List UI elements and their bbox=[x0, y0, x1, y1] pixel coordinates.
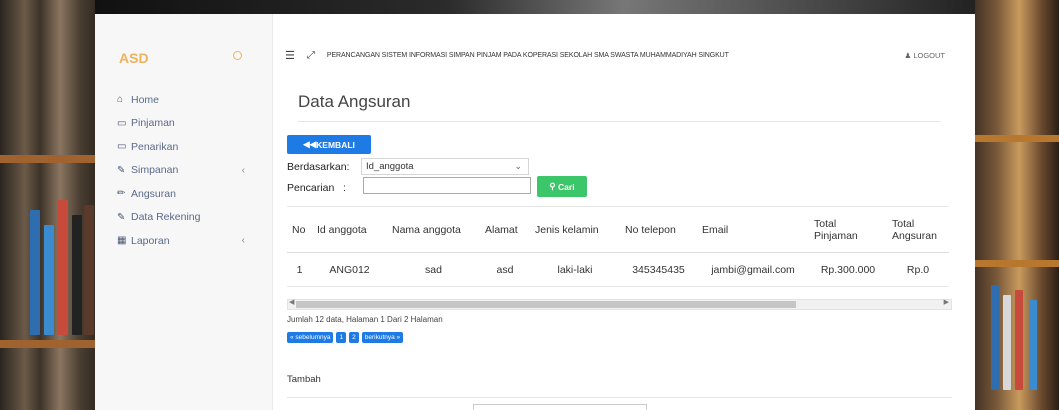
column-header: No bbox=[287, 206, 312, 253]
book bbox=[1015, 290, 1023, 390]
data-summary: Jumlah 12 data, Halaman 1 Dari 2 Halaman bbox=[287, 315, 443, 324]
sidebar-item-label: Simpanan bbox=[131, 164, 179, 177]
pagination: « sebelumnya 1 2 berikutnya » bbox=[287, 332, 404, 343]
data-table: No Id anggota Nama anggota Alamat Jenis … bbox=[287, 206, 949, 287]
page-2-button[interactable]: 2 bbox=[349, 332, 359, 343]
next-page-button[interactable]: berikutnya » bbox=[361, 332, 404, 343]
background-bookshelf-right bbox=[971, 0, 1059, 410]
search-button-label: Cari bbox=[558, 181, 575, 192]
sidebar-item-laporan[interactable]: ▦ Laporan ‹ bbox=[117, 229, 267, 253]
previous-page-button[interactable]: « sebelumnya bbox=[287, 332, 334, 343]
back-button[interactable]: ◀◀ KEMBALI bbox=[287, 135, 371, 154]
sidebar-item-label: Pinjaman bbox=[131, 117, 175, 130]
book bbox=[991, 285, 999, 390]
sidebar-item-label: Home bbox=[131, 93, 160, 106]
page-title: Data Angsuran bbox=[298, 92, 411, 111]
table-cell: laki-laki bbox=[530, 252, 620, 287]
scroll-right-icon[interactable]: ▶ bbox=[944, 298, 949, 306]
card-icon: ▭ bbox=[117, 141, 127, 153]
column-header: Nama anggota bbox=[387, 206, 480, 253]
sidebar-item-angsuran[interactable]: ✏ Angsuran bbox=[117, 182, 267, 206]
divider bbox=[298, 121, 941, 122]
double-chevron-left-icon: ◀◀ bbox=[303, 139, 317, 149]
scrollbar-thumb[interactable] bbox=[296, 301, 796, 308]
sidebar-item-label: Angsuran bbox=[131, 187, 176, 200]
app-title: PERANCANGAN SISTEM INFORMASI SIMPAN PINJ… bbox=[326, 51, 729, 59]
logout-label: LOGOUT bbox=[913, 50, 945, 60]
main-content: ☰ ⤢ PERANCANGAN SISTEM INFORMASI SIMPAN … bbox=[273, 14, 975, 410]
table-row[interactable]: 1 ANG012 sad asd laki-laki 345345435 jam… bbox=[287, 252, 949, 287]
expand-icon[interactable]: ⤢ bbox=[307, 50, 315, 61]
search-input[interactable] bbox=[363, 177, 531, 194]
column-header: Total Angsuran bbox=[887, 206, 949, 253]
filter-label: Berdasarkan: bbox=[287, 161, 350, 173]
form-title: Tambah bbox=[287, 374, 321, 385]
book bbox=[84, 205, 94, 335]
book bbox=[44, 225, 54, 335]
horizontal-scrollbar[interactable]: ◀ ▶ bbox=[287, 299, 952, 310]
table-cell: 1 bbox=[287, 252, 312, 287]
user-icon: ♟ bbox=[904, 50, 914, 60]
sidebar-item-label: Laporan bbox=[131, 234, 170, 247]
form-input[interactable] bbox=[473, 404, 647, 410]
book bbox=[72, 215, 82, 335]
shelf bbox=[0, 340, 100, 348]
filter-select-value: Id_anggota bbox=[366, 161, 414, 172]
sidebar-item-home[interactable]: ⌂ Home bbox=[117, 88, 267, 112]
sidebar-toggle-icon[interactable] bbox=[233, 51, 242, 60]
table-cell: 345345435 bbox=[620, 252, 697, 287]
column-header: Id anggota bbox=[312, 206, 387, 253]
pencil-icon: ✏ bbox=[117, 188, 126, 200]
chevron-left-icon: ‹ bbox=[241, 164, 245, 176]
logout-button[interactable]: ♟ LOGOUT bbox=[905, 51, 945, 60]
book bbox=[1029, 300, 1037, 390]
sidebar-nav: ⌂ Home ▭ Pinjaman ▭ Penarikan ✎ Simpanan… bbox=[117, 88, 267, 253]
calendar-icon: ▦ bbox=[117, 235, 127, 247]
table-cell: Rp.300.000 bbox=[809, 252, 887, 287]
sidebar-item-label: Data Rekening bbox=[131, 211, 201, 224]
sidebar-item-penarikan[interactable]: ▭ Penarikan bbox=[117, 135, 267, 159]
home-icon: ⌂ bbox=[117, 94, 124, 106]
search-icon: ⚲ bbox=[549, 181, 559, 191]
column-header: Jenis kelamin bbox=[530, 206, 620, 253]
shelf bbox=[971, 135, 1059, 142]
page-1-button[interactable]: 1 bbox=[336, 332, 347, 343]
table-cell: Rp.0 bbox=[887, 252, 949, 287]
app-window: ASD ⌂ Home ▭ Pinjaman ▭ Penarikan ✎ Simp… bbox=[95, 14, 975, 410]
back-button-label: KEMBALI bbox=[316, 139, 355, 150]
sidebar-item-pinjaman[interactable]: ▭ Pinjaman bbox=[117, 112, 267, 136]
book bbox=[1003, 295, 1011, 390]
table-cell: ANG012 bbox=[312, 252, 387, 287]
menu-icon[interactable]: ☰ bbox=[285, 49, 295, 62]
chevron-down-icon: ⌄ bbox=[514, 161, 522, 171]
book bbox=[30, 210, 40, 335]
table-cell: jambi@gmail.com bbox=[697, 252, 809, 287]
scroll-left-icon[interactable]: ◀ bbox=[289, 298, 294, 306]
top-header: ☰ ⤢ PERANCANGAN SISTEM INFORMASI SIMPAN … bbox=[285, 46, 945, 64]
chevron-left-icon: ‹ bbox=[241, 235, 245, 247]
filter-select[interactable]: Id_anggota ⌄ bbox=[361, 158, 529, 175]
search-button[interactable]: ⚲ Cari bbox=[537, 176, 587, 197]
divider bbox=[287, 397, 952, 398]
sidebar: ASD ⌂ Home ▭ Pinjaman ▭ Penarikan ✎ Simp… bbox=[95, 14, 273, 410]
book bbox=[58, 200, 68, 335]
shelf bbox=[971, 260, 1059, 267]
search-label: Pencarian : bbox=[287, 182, 346, 194]
background-bookshelf-left bbox=[0, 0, 100, 410]
table-cell: asd bbox=[480, 252, 530, 287]
sidebar-item-data-rekening[interactable]: ✎ Data Rekening bbox=[117, 206, 267, 230]
brand-logo[interactable]: ASD bbox=[119, 50, 149, 66]
sidebar-item-simpanan[interactable]: ✎ Simpanan ‹ bbox=[117, 159, 267, 183]
edit-icon: ✎ bbox=[117, 164, 126, 176]
table-cell: sad bbox=[387, 252, 480, 287]
sidebar-item-label: Penarikan bbox=[131, 140, 179, 153]
column-header: No telepon bbox=[620, 206, 697, 253]
table-header-row: No Id anggota Nama anggota Alamat Jenis … bbox=[287, 206, 949, 253]
column-header: Total Pinjaman bbox=[809, 206, 887, 253]
column-header: Email bbox=[697, 206, 809, 253]
shelf bbox=[0, 155, 100, 163]
edit-icon: ✎ bbox=[117, 211, 126, 223]
card-icon: ▭ bbox=[117, 117, 127, 129]
column-header: Alamat bbox=[480, 206, 530, 253]
